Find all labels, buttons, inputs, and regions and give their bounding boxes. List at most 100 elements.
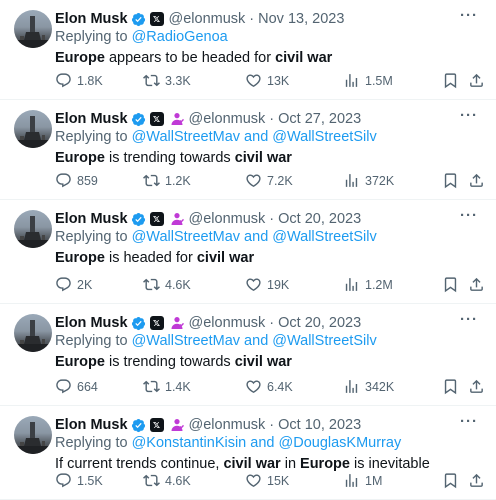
share-button[interactable] (468, 276, 490, 293)
author-handle[interactable]: @elonmusk (189, 315, 266, 331)
reply-button[interactable]: 1.8K (55, 72, 103, 89)
views-button[interactable]: 1.5M (343, 72, 393, 89)
repost-button[interactable]: 1.4K (143, 378, 191, 395)
repost-icon (143, 378, 165, 395)
share-icon (468, 472, 490, 489)
tweet-date[interactable]: Oct 20, 2023 (278, 315, 361, 331)
views-button[interactable]: 342K (343, 378, 394, 395)
author-name[interactable]: Elon Musk (55, 417, 128, 433)
reply-icon (55, 172, 77, 189)
author-name[interactable]: Elon Musk (55, 315, 128, 331)
affiliation-icon[interactable] (170, 212, 184, 226)
repost-button[interactable]: 3.3K (143, 72, 191, 89)
reply-to-handles[interactable]: @WallStreetMav and @WallStreetSilv (132, 229, 377, 245)
tweet-3[interactable]: Elon Musk 𝕩 @elonmusk · Oct 20, 2023 ··· Reply… (0, 200, 496, 304)
tweet-header: Elon Musk 𝕩 @elonmusk · Oct 20, 2023 (55, 312, 361, 334)
repost-count: 1.2K (165, 173, 191, 188)
bookmark-button[interactable] (442, 172, 464, 189)
repost-button[interactable]: 4.6K (143, 472, 191, 489)
tweet-4[interactable]: Elon Musk 𝕩 @elonmusk · Oct 20, 2023 ··· Reply… (0, 304, 496, 406)
tweet-text-segment: civil war (234, 354, 292, 370)
affiliation-icon[interactable] (170, 316, 184, 330)
tweet-text-segment: Europe (300, 456, 350, 472)
replying-to: Replying to @WallStreetMav and @WallStre… (55, 229, 377, 245)
author-handle[interactable]: @elonmusk (189, 417, 266, 433)
reply-button[interactable]: 2K (55, 276, 92, 293)
more-icon[interactable]: ··· (460, 207, 478, 224)
reply-to-handles[interactable]: @KonstantinKisin and @DouglasKMurray (132, 435, 402, 451)
more-icon[interactable]: ··· (460, 413, 478, 430)
reply-to-handles[interactable]: @WallStreetMav and @WallStreetSilv (132, 333, 377, 349)
share-icon (468, 172, 490, 189)
views-button[interactable]: 1M (343, 472, 382, 489)
repost-button[interactable]: 4.6K (143, 276, 191, 293)
like-button[interactable]: 19K (245, 276, 289, 293)
separator-dot: · (269, 111, 275, 127)
like-icon (245, 378, 267, 395)
bookmark-icon (442, 378, 464, 395)
repost-button[interactable]: 1.2K (143, 172, 191, 189)
repost-count: 4.6K (165, 473, 191, 488)
repost-icon (143, 172, 165, 189)
reply-button[interactable]: 664 (55, 378, 98, 395)
more-icon[interactable]: ··· (460, 7, 478, 24)
like-button[interactable]: 15K (245, 472, 289, 489)
bookmark-button[interactable] (442, 276, 464, 293)
like-button[interactable]: 6.4K (245, 378, 293, 395)
avatar[interactable] (14, 210, 52, 248)
like-button[interactable]: 13K (245, 72, 289, 89)
reply-count: 2K (77, 277, 93, 292)
affiliation-icon[interactable] (170, 418, 184, 432)
author-name[interactable]: Elon Musk (55, 111, 128, 127)
share-button[interactable] (468, 72, 490, 89)
like-button[interactable]: 7.2K (245, 172, 293, 189)
bookmark-button[interactable] (442, 378, 464, 395)
author-handle[interactable]: @elonmusk (189, 211, 266, 227)
more-icon[interactable]: ··· (460, 107, 478, 124)
affiliation-icon[interactable] (170, 112, 184, 126)
reply-button[interactable]: 1.5K (55, 472, 103, 489)
share-button[interactable] (468, 172, 490, 189)
tweet-date[interactable]: Oct 27, 2023 (278, 111, 361, 127)
tweet-text-segment: is headed for (104, 250, 197, 266)
repost-count: 4.6K (165, 277, 191, 292)
avatar[interactable] (14, 10, 52, 48)
avatar[interactable] (14, 314, 52, 352)
views-button[interactable]: 1.2M (343, 276, 393, 293)
reply-button[interactable]: 859 (55, 172, 98, 189)
verified-badge-icon (131, 316, 146, 331)
bookmark-button[interactable] (442, 72, 464, 89)
verified-badge-icon (131, 418, 146, 433)
tweet-2[interactable]: Elon Musk 𝕩 @elonmusk · Oct 27, 2023 ··· Reply… (0, 100, 496, 200)
share-button[interactable] (468, 472, 490, 489)
avatar[interactable] (14, 416, 52, 454)
tweet-header: Elon Musk 𝕩 @elonmusk · Oct 27, 2023 (55, 108, 361, 130)
tweet-date[interactable]: Nov 13, 2023 (258, 11, 344, 27)
bookmark-button[interactable] (442, 472, 464, 489)
like-count: 13K (267, 73, 290, 88)
tweet-header: Elon Musk 𝕩 @elonmusk · Oct 20, 2023 (55, 208, 361, 230)
separator-dot: · (269, 315, 275, 331)
views-button[interactable]: 372K (343, 172, 394, 189)
tweet-1[interactable]: Elon Musk 𝕩 @elonmusk · Nov 13, 2023 ··· Reply… (0, 0, 496, 100)
tweet-5[interactable]: Elon Musk 𝕩 @elonmusk · Oct 10, 2023 ··· Reply… (0, 406, 496, 500)
tweet-text-segment: civil war (234, 150, 292, 166)
reply-count: 1.8K (77, 73, 103, 88)
bookmark-icon (442, 472, 464, 489)
tweet-text-segment: If current trends continue, (55, 456, 224, 472)
share-button[interactable] (468, 378, 490, 395)
author-name[interactable]: Elon Musk (55, 11, 128, 27)
reply-icon (55, 472, 77, 489)
author-handle[interactable]: @elonmusk (169, 11, 246, 27)
avatar[interactable] (14, 110, 52, 148)
more-icon[interactable]: ··· (460, 311, 478, 328)
x-logo-icon: 𝕩 (149, 212, 164, 226)
author-name[interactable]: Elon Musk (55, 211, 128, 227)
bookmark-icon (442, 172, 464, 189)
reply-to-handles[interactable]: @WallStreetMav and @WallStreetSilv (132, 129, 377, 145)
reply-to-handles[interactable]: @RadioGenoa (132, 29, 228, 45)
author-handle[interactable]: @elonmusk (189, 111, 266, 127)
separator-dot: · (249, 11, 255, 27)
tweet-date[interactable]: Oct 20, 2023 (278, 211, 361, 227)
tweet-date[interactable]: Oct 10, 2023 (278, 417, 361, 433)
